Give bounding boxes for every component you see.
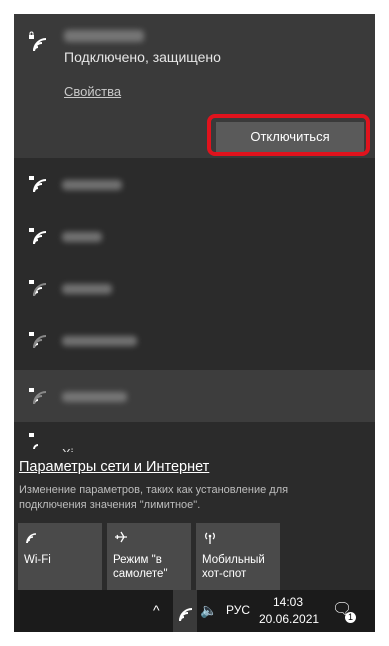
hotspot-tile-label: Мобильный хот-спот [202, 554, 265, 580]
wifi-secured-icon [28, 328, 50, 350]
network-item[interactable] [14, 314, 375, 366]
wifi-secured-icon [28, 31, 50, 53]
network-ssid [62, 284, 112, 294]
taskbar: ^ 🔈 РУС 14:03 20.06.2021 🗨 1 [14, 590, 375, 632]
highlight-box [207, 114, 370, 156]
airplane-icon [113, 529, 129, 545]
network-ssid [62, 336, 137, 346]
network-settings-link[interactable]: Параметры сети и Интернет [19, 459, 209, 475]
network-ssid [62, 392, 127, 402]
wifi-secured-icon [28, 384, 50, 406]
clock-date[interactable]: 20.06.2021 [259, 612, 319, 626]
airplane-tile-label: Режим "в самолете" [113, 554, 168, 580]
network-ssid [62, 232, 102, 242]
hotspot-icon [202, 529, 218, 545]
wifi-icon [175, 601, 195, 622]
network-item[interactable] [14, 370, 375, 422]
tray-network-button[interactable] [173, 590, 197, 632]
network-item[interactable] [14, 158, 375, 210]
wifi-secured-icon [28, 224, 50, 246]
connected-network[interactable]: Подключено, защищено Свойства Отключитьс… [14, 14, 375, 158]
wifi-secured-icon [28, 276, 50, 298]
wifi-secured-icon [28, 429, 50, 451]
network-item[interactable] [14, 262, 375, 314]
network-flyout: Подключено, защищено Свойства Отключитьс… [14, 14, 375, 632]
connection-status: Подключено, защищено [64, 49, 221, 65]
network-ssid [64, 30, 144, 42]
wifi-toggle-tile[interactable]: Wi-Fi [18, 523, 102, 590]
network-ssid [62, 180, 122, 190]
clock-time[interactable]: 14:03 [273, 595, 303, 609]
volume-icon[interactable]: 🔈 [200, 602, 217, 619]
wifi-tile-label: Wi-Fi [24, 554, 51, 566]
airplane-mode-tile[interactable]: Режим "в самолете" [107, 523, 191, 590]
mobile-hotspot-tile[interactable]: Мобильный хот-спот [196, 523, 280, 590]
notification-count-badge: 1 [345, 612, 356, 623]
chevron-up-icon[interactable]: ^ [153, 602, 160, 618]
settings-description: Изменение параметров, таких как установл… [19, 484, 289, 511]
properties-link[interactable]: Свойства [64, 84, 121, 99]
wifi-icon [24, 529, 40, 545]
network-item[interactable] [14, 210, 375, 262]
wifi-secured-icon [28, 172, 50, 194]
language-indicator[interactable]: РУС [226, 603, 250, 617]
